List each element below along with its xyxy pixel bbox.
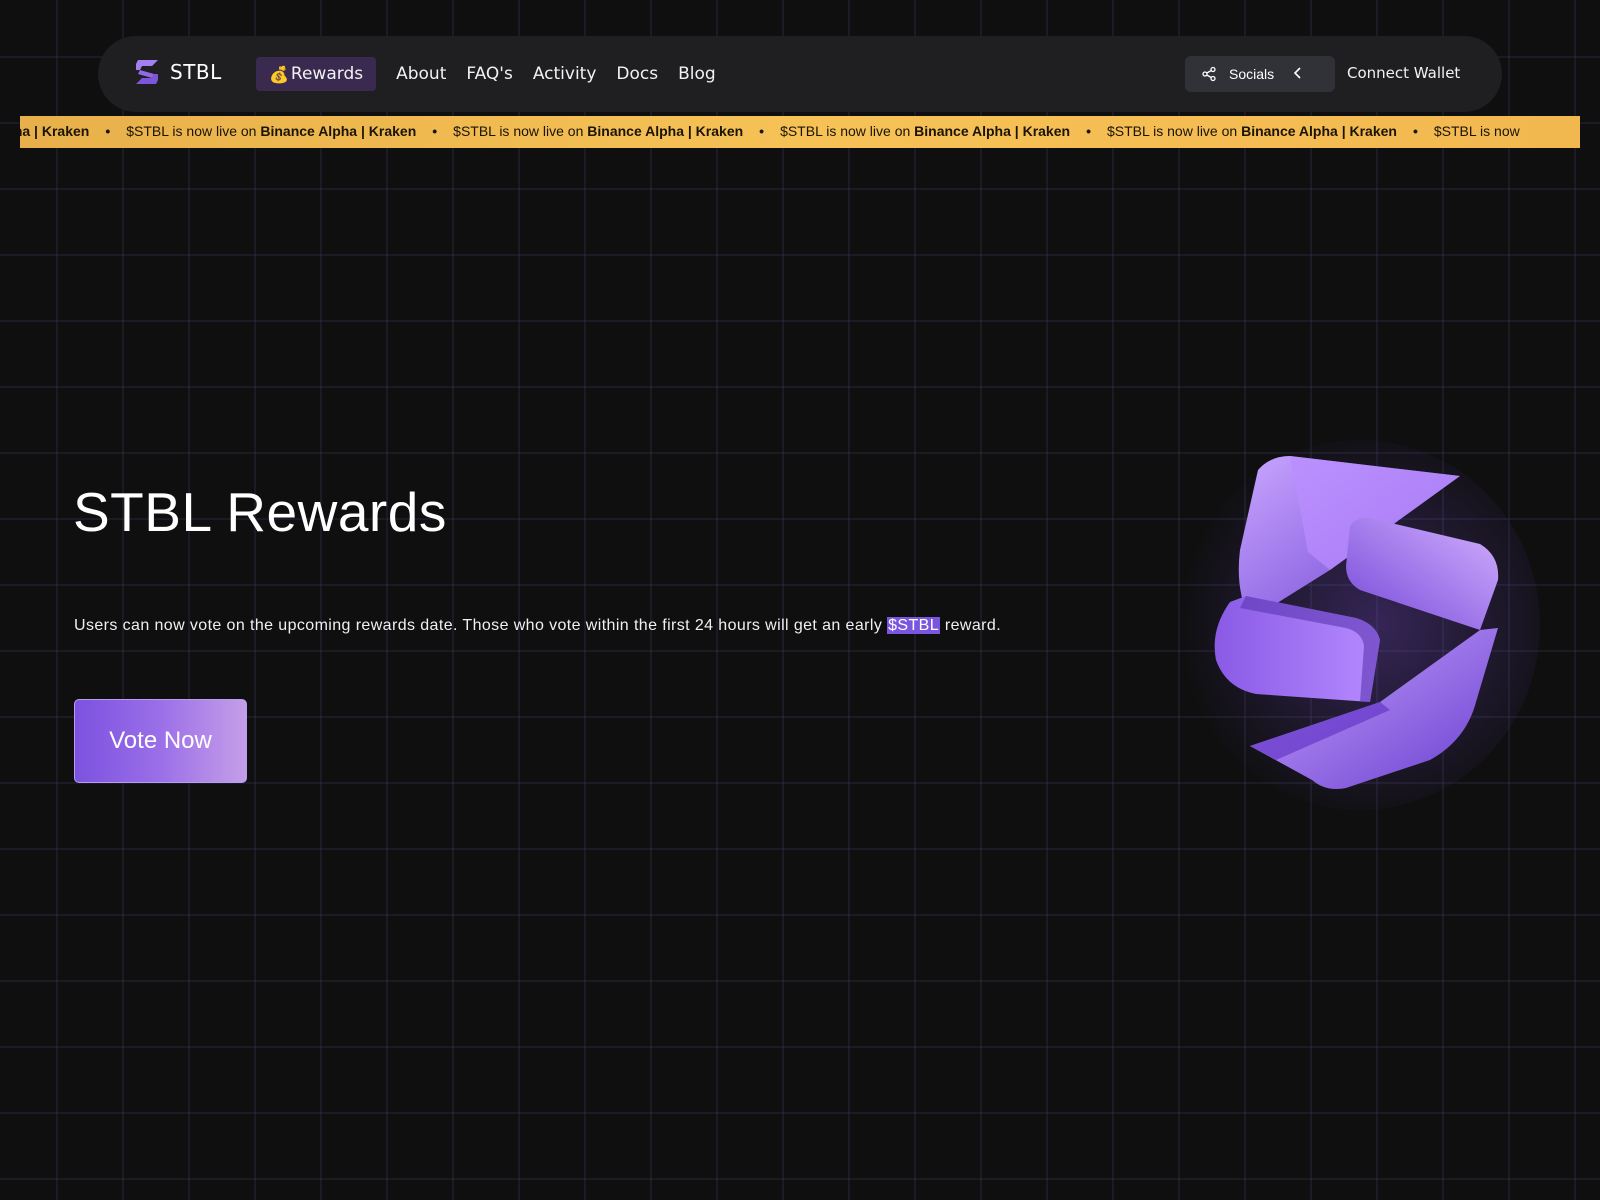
socials-button[interactable]: Socials bbox=[1185, 56, 1335, 92]
token-highlight: $STBL bbox=[887, 617, 941, 634]
nav-links: 💰 Rewards About FAQ's Activity Docs Blog bbox=[256, 56, 736, 92]
ticker-separator: • bbox=[105, 123, 111, 139]
nav-link-about[interactable]: About bbox=[396, 64, 446, 84]
ticker-separator: • bbox=[1412, 123, 1418, 139]
ticker-item-prefix: $STBL is now live on bbox=[1106, 123, 1238, 139]
ticker-item: $STBL is now live on Binance Alpha | Kra… bbox=[1107, 123, 1397, 139]
description-text-end: reward. bbox=[944, 617, 1002, 634]
ticker-item-prefix: $STBL is now live on bbox=[453, 123, 584, 139]
hero-description: Users can now vote on the upcoming rewar… bbox=[74, 617, 1001, 635]
ticker-item-bold: Binance Alpha | Kraken bbox=[914, 123, 1071, 139]
stbl-emblem bbox=[1180, 440, 1540, 810]
logo[interactable]: STBL bbox=[132, 56, 222, 88]
ticker-separator: • bbox=[1086, 123, 1091, 139]
top-navbar: STBL 💰 Rewards About FAQ's Activity Docs… bbox=[98, 36, 1502, 112]
nav-link-rewards[interactable]: 💰 Rewards bbox=[256, 57, 377, 91]
announcement-ticker: ance Alpha | Kraken • $STBL is now live … bbox=[20, 116, 1580, 148]
nav-link-docs[interactable]: Docs bbox=[616, 64, 658, 84]
nav-link-label: Rewards bbox=[290, 64, 364, 84]
nav-link-activity[interactable]: Activity bbox=[533, 64, 597, 84]
ticker-item: $STBL is now live on Binance Alpha | Kra… bbox=[126, 123, 416, 139]
money-bag-icon: 💰 bbox=[269, 64, 289, 84]
ticker-item-bold: ance Alpha | Kraken bbox=[20, 123, 90, 139]
logo-text: STBL bbox=[170, 60, 222, 84]
ticker-item-bold: Binance Alpha | Kraken bbox=[260, 123, 417, 139]
ticker-item-prefix: $STBL is now live on bbox=[780, 123, 911, 139]
ticker-item-fragment: $STBL is now bbox=[1433, 123, 1520, 139]
socials-label: Socials bbox=[1229, 66, 1275, 82]
ticker-separator: • bbox=[759, 123, 765, 139]
stbl-logo-icon bbox=[136, 60, 158, 84]
ticker-item: ance Alpha | Kraken bbox=[20, 123, 89, 139]
page-title: STBL Rewards bbox=[73, 481, 447, 543]
ticker-item: $STBL is now bbox=[1434, 123, 1520, 139]
ticker-item-bold: Binance Alpha | Kraken bbox=[587, 123, 744, 139]
connect-wallet-button[interactable]: Connect Wallet bbox=[1347, 64, 1460, 82]
ticker-item: $STBL is now live on Binance Alpha | Kra… bbox=[780, 123, 1070, 139]
ticker-item-bold: Binance Alpha | Kraken bbox=[1241, 123, 1397, 139]
nav-link-faqs[interactable]: FAQ's bbox=[466, 64, 512, 84]
chevron-left-icon bbox=[1293, 67, 1301, 79]
nav-link-blog[interactable]: Blog bbox=[678, 64, 716, 84]
ticker-track: ance Alpha | Kraken • $STBL is now live … bbox=[20, 123, 1520, 139]
ticker-item-prefix: $STBL is now live on bbox=[126, 123, 257, 139]
vote-now-button[interactable]: Vote Now bbox=[74, 699, 247, 783]
description-text: Users can now vote on the upcoming rewar… bbox=[74, 617, 883, 634]
ticker-item: $STBL is now live on Binance Alpha | Kra… bbox=[453, 123, 743, 139]
ticker-separator: • bbox=[432, 123, 438, 139]
share-icon bbox=[1202, 66, 1216, 82]
